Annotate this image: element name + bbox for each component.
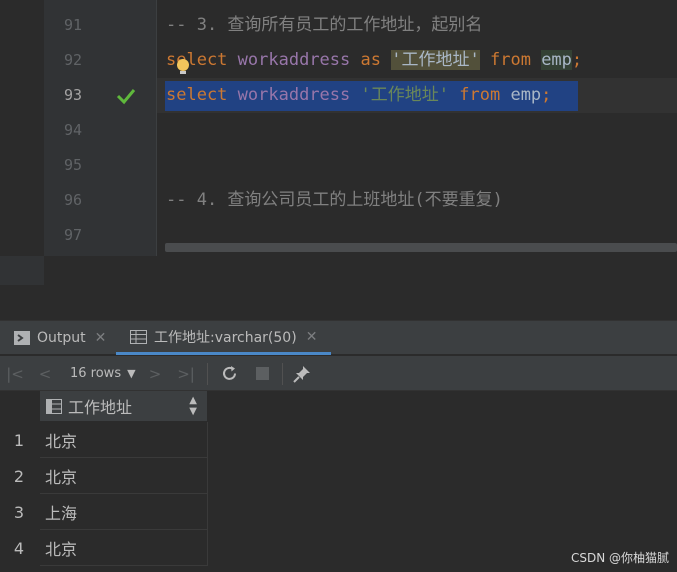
column-header-label: 工作地址: [68, 398, 133, 417]
next-page-icon[interactable]: >: [144, 356, 166, 391]
code-comment[interactable]: -- 4. 查询公司员工的上班地址(不要重复): [166, 190, 503, 210]
keyword-from: from: [489, 50, 531, 70]
keyword-select: select: [166, 85, 228, 105]
editor-bottom-area: [44, 256, 677, 285]
result-grid[interactable]: 工作地址 ▲ ▼ 1 北京 2 北京 3 上海 4 北京: [0, 391, 677, 572]
row-number: 2: [13, 466, 25, 486]
code-line-93[interactable]: select workaddress '工作地址' from emp;: [166, 85, 551, 105]
tab-label: 工作地址:varchar(50): [154, 329, 297, 346]
results-toolbar: |< < 16 rows ▼ > >|: [0, 356, 677, 391]
column-name: workaddress: [237, 85, 351, 105]
tab-output[interactable]: Output ✕: [14, 321, 106, 355]
column-name: workaddress: [237, 50, 351, 70]
semicolon: ;: [571, 50, 583, 70]
row-number: 4: [13, 538, 25, 558]
code-comment[interactable]: -- 3. 查询所有员工的工作地址，起别名: [166, 15, 482, 35]
line-number: 96: [63, 191, 82, 209]
column-icon: [46, 398, 62, 414]
gutter-border: [156, 0, 157, 256]
table-cell[interactable]: 北京: [40, 422, 208, 458]
tab-result-set[interactable]: 工作地址:varchar(50) ✕: [116, 321, 332, 355]
toolbar-separator: [207, 363, 208, 385]
close-icon[interactable]: ✕: [95, 330, 107, 346]
pin-icon[interactable]: [290, 356, 314, 391]
code-line-92[interactable]: select workaddress as '工作地址' from emp;: [166, 50, 582, 70]
line-number: 95: [63, 156, 82, 174]
rows-count-dropdown[interactable]: 16 rows ▼: [70, 356, 136, 391]
table-cell[interactable]: 北京: [40, 530, 208, 566]
line-number: 97: [63, 226, 82, 244]
chevron-down-icon: ▼: [127, 367, 136, 380]
prev-page-icon[interactable]: <: [34, 356, 56, 391]
rows-count-label: 16 rows: [70, 366, 122, 381]
results-tab-bar: Output ✕ 工作地址:varchar(50) ✕: [0, 321, 677, 355]
table-name: emp: [510, 85, 542, 105]
table-name: emp: [541, 50, 572, 70]
stop-icon[interactable]: [251, 356, 273, 391]
line-number: 92: [63, 51, 82, 69]
table-icon: [130, 329, 147, 344]
watermark: CSDN @你柚猫腻: [570, 551, 669, 565]
row-number: 1: [13, 430, 25, 450]
line-number: 91: [63, 16, 82, 34]
intention-bulb-icon[interactable]: [176, 58, 190, 76]
alias-string: '工作地址': [391, 50, 480, 70]
close-icon[interactable]: ✕: [306, 329, 318, 345]
refresh-icon[interactable]: [217, 356, 241, 391]
keyword-as: as: [360, 50, 381, 70]
line-number-current: 93: [63, 86, 82, 104]
last-page-icon[interactable]: >|: [175, 356, 197, 391]
line-number: 94: [63, 121, 82, 139]
row-number: 3: [13, 502, 25, 522]
semicolon: ;: [541, 85, 552, 105]
console-icon: [14, 331, 30, 345]
first-page-icon[interactable]: |<: [4, 356, 26, 391]
panel-divider[interactable]: [0, 285, 677, 321]
table-cell[interactable]: 上海: [40, 494, 208, 530]
tab-label: Output: [37, 330, 86, 346]
check-icon: [116, 89, 136, 105]
horizontal-scrollbar[interactable]: [165, 243, 677, 252]
keyword-from: from: [459, 85, 501, 105]
table-cell[interactable]: 北京: [40, 458, 208, 494]
alias-string: '工作地址': [360, 85, 449, 105]
column-header[interactable]: 工作地址 ▲ ▼: [40, 391, 208, 421]
sort-icon[interactable]: ▲ ▼: [189, 395, 197, 417]
toolbar-separator: [282, 363, 283, 385]
sql-editor[interactable]: 91 92 93 94 95 96 97 -- 3. 查询所有员工的工作地址，起…: [0, 0, 677, 256]
